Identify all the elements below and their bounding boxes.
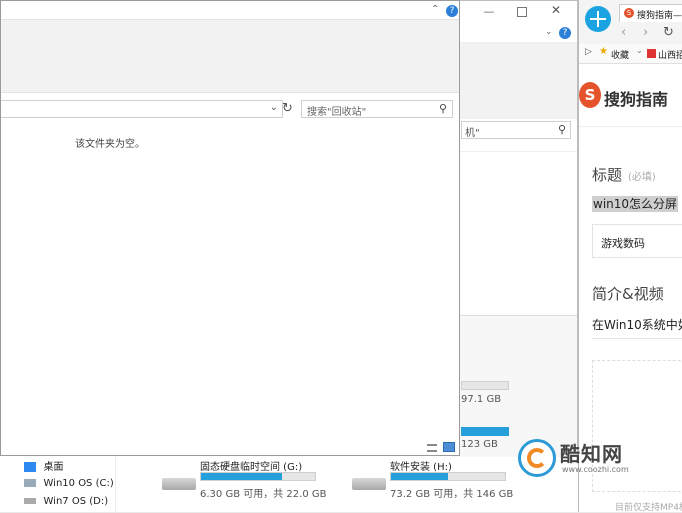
recycle-bin-window: ⌃ ? ⌄ ↻ 搜索"回收站" ⚲ 该文件夹为空。 [0, 0, 460, 456]
title-input[interactable]: win10怎么分屏 [592, 195, 679, 212]
category-value: 游戏数码 [601, 237, 645, 250]
windows-drive-icon [24, 479, 36, 487]
drive-item-h[interactable]: 软件安装 (H:) 73.2 GB 可用，共 146 GB [352, 458, 522, 506]
reload-icon[interactable]: ↻ [663, 25, 674, 40]
close-button[interactable]: ✕ [549, 3, 563, 17]
nav-item-c-drive[interactable]: Win10 OS (C:) [24, 476, 114, 489]
hard-drive-icon [352, 478, 386, 490]
category-select[interactable]: 游戏数码 [592, 224, 682, 258]
title-label: 标题 [592, 166, 623, 184]
drive-free-partial: 123 GB [461, 439, 498, 450]
drive-icon [24, 498, 36, 504]
browser-tab[interactable]: S 搜狗指南— [619, 4, 682, 22]
intro-text[interactable]: 在Win10系统中如 [592, 316, 682, 333]
chevron-down-icon[interactable]: ⌄ [636, 46, 643, 55]
upload-note: 目前仅支持MP4格 [615, 503, 682, 513]
drive-item-g[interactable]: 固态硬盘临时空间 (G:) 6.30 GB 可用，共 22.0 GB [162, 458, 332, 506]
chevron-down-icon[interactable]: ⌄ [270, 102, 278, 113]
header-divider [579, 126, 682, 127]
drive-free-partial: 97.1 GB [461, 394, 502, 405]
sogou-favicon-icon: S [624, 8, 634, 18]
hard-drive-icon [162, 478, 196, 490]
intro-label: 简介&视频 [592, 285, 664, 303]
large-icons-view-icon[interactable] [443, 442, 455, 452]
coozhi-watermark: 酷知网 www.coozhi.com [514, 436, 644, 482]
refresh-icon[interactable]: ↻ [282, 101, 293, 116]
help-icon[interactable]: ? [446, 5, 458, 17]
sogou-logo-icon: S [579, 82, 601, 108]
middle-explorer-window: — ✕ ⌄ ? 机" ⚲ 97.1 GB 123 GB [452, 0, 578, 457]
bookmark-shanxi[interactable]: 山西招 [658, 48, 682, 61]
tab-title: 搜狗指南— [637, 11, 682, 21]
column-divider [453, 151, 577, 152]
chevron-up-icon[interactable]: ⌃ [431, 4, 439, 15]
gray-band [453, 43, 577, 119]
watermark-url: www.coozhi.com [562, 465, 629, 474]
this-pc-window: 桌面 Win10 OS (C:) Win7 OS (D:) 固态硬盘临时空间 (… [0, 450, 578, 512]
address-bar[interactable]: ⌄ [1, 100, 283, 118]
forward-icon[interactable]: › [643, 25, 648, 40]
details-view-icon[interactable] [427, 444, 437, 452]
drive-free-text: 6.30 GB 可用，共 22.0 GB [200, 489, 327, 500]
bookmarks-toggle-icon[interactable]: ▷ [585, 47, 592, 57]
star-icon[interactable]: ★ [599, 46, 608, 57]
desktop-icon [24, 462, 36, 472]
drive-name: 固态硬盘临时空间 (G:) [200, 462, 303, 473]
empty-folder-message: 该文件夹为空。 [75, 139, 145, 150]
drive-usage-bar [461, 427, 509, 436]
search-text: 机" [465, 128, 480, 139]
drive-usage-bar [200, 472, 316, 481]
bookmarks-bar: ▷ ★ 收藏 ⌄ 山西招 [579, 44, 682, 64]
chevron-down-icon[interactable]: ⌄ [545, 27, 553, 37]
nav-item-label: Win10 OS (C:) [43, 478, 114, 489]
title-input-value: win10怎么分屏 [592, 196, 679, 212]
nav-item-d-drive[interactable]: Win7 OS (D:) [24, 494, 108, 507]
drive-free-text: 73.2 GB 可用，共 146 GB [390, 489, 514, 500]
ribbon-gray [1, 19, 459, 93]
coozhi-logo-icon [518, 439, 556, 477]
search-icon[interactable]: ⚲ [558, 123, 566, 136]
nav-item-label: Win7 OS (D:) [43, 496, 109, 507]
search-placeholder: 搜索"回收站" [307, 107, 367, 118]
ribbon-area: ⌄ ? [453, 25, 577, 43]
titlebar-strip [1, 1, 459, 19]
nav-item-desktop[interactable]: 桌面 [24, 458, 64, 473]
minimize-button[interactable]: — [483, 6, 495, 17]
brand-name: 搜狗指南 [604, 90, 669, 109]
intro-divider [592, 338, 682, 339]
nav-item-label: 桌面 [43, 462, 64, 473]
watermark-name: 酷知网 [560, 442, 623, 466]
search-box[interactable]: 搜索"回收站" ⚲ [301, 100, 453, 118]
title-required-note: (必填) [628, 172, 656, 183]
help-icon[interactable]: ? [559, 27, 571, 39]
maximize-button[interactable] [517, 7, 527, 17]
drive-name: 软件安装 (H:) [390, 462, 452, 473]
drive-usage-bar [461, 381, 509, 390]
search-icon[interactable]: ⚲ [439, 102, 447, 115]
bookmark-favorites[interactable]: 收藏 [611, 48, 629, 61]
back-icon[interactable]: ‹ [621, 25, 626, 40]
browser-logo-icon[interactable] [585, 6, 611, 32]
drive-usage-bar [390, 472, 506, 481]
search-box[interactable]: 机" ⚲ [461, 121, 571, 139]
bookmark-site-icon [647, 49, 656, 58]
